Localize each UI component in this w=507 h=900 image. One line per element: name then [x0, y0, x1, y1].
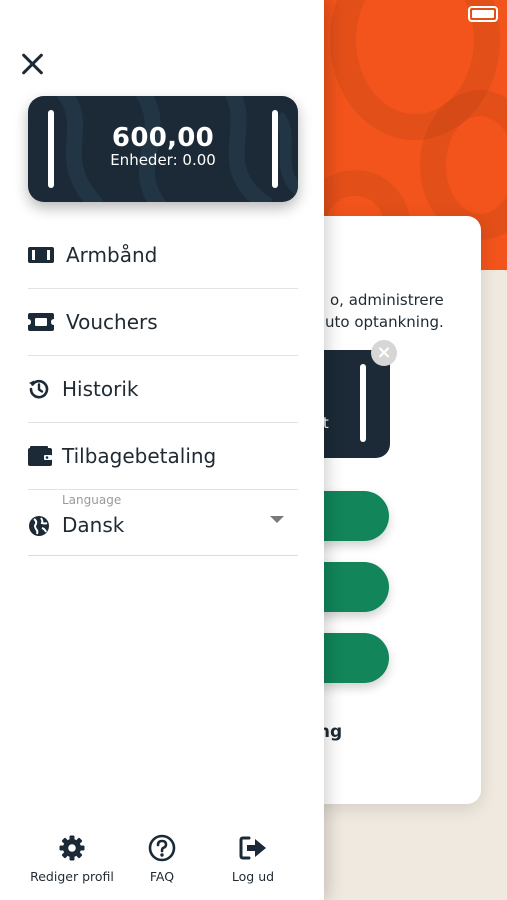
balance-units: Enheder: 0.00 — [110, 151, 216, 169]
menu-label: Historik — [62, 377, 139, 401]
drawer-menu: Armbånd Vouchers Historik Tilbagebetalin… — [28, 222, 298, 490]
footer-label: Rediger profil — [30, 869, 114, 884]
close-menu-icon[interactable] — [16, 48, 48, 80]
voucher-icon — [28, 313, 66, 331]
language-select[interactable]: Language Dansk — [28, 488, 298, 556]
ticket-bar — [360, 364, 366, 442]
menu-item-history[interactable]: Historik — [28, 356, 298, 423]
wristband-icon — [28, 247, 66, 263]
globe-icon — [28, 515, 50, 541]
balance-card[interactable]: 600,00 Enheder: 0.00 — [28, 96, 298, 202]
menu-item-vouchers[interactable]: Vouchers — [28, 289, 298, 356]
footer-label: FAQ — [149, 869, 175, 884]
chevron-down-icon — [270, 516, 284, 523]
footer-label: Log ud — [231, 869, 275, 884]
edit-profile-button[interactable]: Rediger profil — [30, 832, 114, 884]
logout-button[interactable]: Log ud — [226, 832, 280, 884]
menu-label: Vouchers — [66, 310, 158, 334]
menu-label: Tilbagebetaling — [62, 444, 217, 468]
gear-icon — [58, 832, 86, 864]
logout-icon — [239, 832, 267, 864]
drawer-footer: Rediger profil FAQ Log ud — [0, 832, 324, 892]
language-value: Dansk — [62, 513, 125, 537]
menu-label: Armbånd — [66, 243, 158, 267]
history-icon — [28, 378, 62, 400]
side-drawer: 600,00 Enheder: 0.00 Armbånd Vouchers Hi… — [0, 0, 324, 900]
balance-amount: 600,00 — [111, 123, 215, 153]
background-text: o, administrere — [330, 291, 444, 309]
menu-item-armband[interactable]: Armbånd — [28, 222, 298, 289]
battery-icon — [468, 6, 498, 22]
language-label: Language — [62, 493, 122, 507]
menu-item-refund[interactable]: Tilbagebetaling — [28, 423, 298, 490]
close-icon[interactable]: × — [371, 340, 397, 366]
question-circle-icon — [148, 832, 176, 864]
background-text: uto optankning. — [325, 313, 444, 331]
wallet-icon — [28, 446, 62, 466]
faq-button[interactable]: FAQ — [142, 832, 182, 884]
